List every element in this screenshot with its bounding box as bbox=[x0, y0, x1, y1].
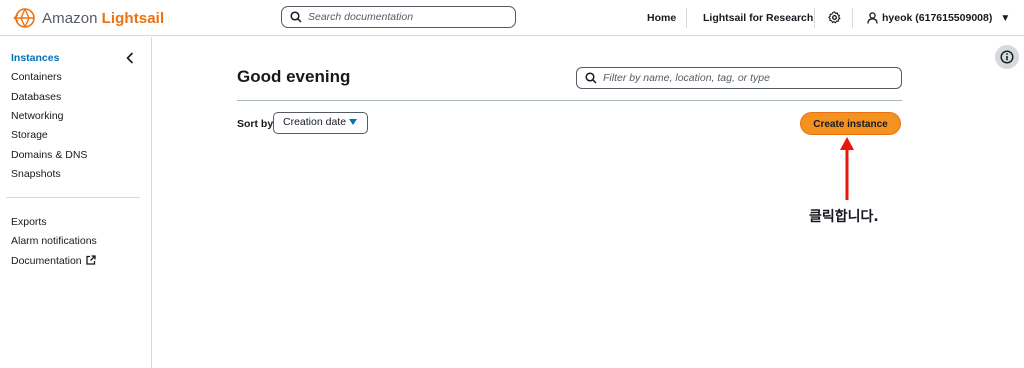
info-icon bbox=[1000, 50, 1014, 64]
nav-divider bbox=[852, 8, 853, 28]
documentation-search[interactable] bbox=[281, 6, 516, 28]
user-icon bbox=[867, 12, 878, 24]
user-menu[interactable]: hyeok (617615509008) ▼ bbox=[867, 0, 1010, 36]
nav-divider bbox=[814, 8, 815, 28]
caret-down-icon: ▼ bbox=[1000, 12, 1011, 24]
sidebar-item-containers[interactable]: Containers bbox=[11, 71, 62, 83]
sort-label: Sort by bbox=[237, 118, 274, 130]
nav-divider bbox=[686, 8, 687, 28]
caret-down-icon bbox=[349, 119, 357, 125]
external-link-icon bbox=[85, 255, 96, 265]
annotation-arrow-icon bbox=[840, 137, 854, 200]
documentation-label: Documentation bbox=[11, 255, 82, 267]
page-title: Good evening bbox=[237, 67, 351, 86]
create-instance-button[interactable]: Create instance bbox=[800, 112, 901, 135]
sidebar-item-databases[interactable]: Databases bbox=[11, 91, 61, 103]
annotation-text: 클릭합니다. bbox=[809, 209, 879, 225]
documentation-search-input[interactable] bbox=[308, 11, 508, 23]
lightsail-logo[interactable]: Amazon Lightsail bbox=[12, 6, 164, 30]
search-icon bbox=[290, 11, 302, 23]
sidebar-divider bbox=[6, 197, 140, 198]
sidebar-item-storage[interactable]: Storage bbox=[11, 129, 48, 141]
sidebar-item-networking[interactable]: Networking bbox=[11, 110, 64, 122]
info-panel-button[interactable] bbox=[995, 45, 1019, 69]
brand-name: Amazon Lightsail bbox=[42, 9, 165, 27]
instance-filter-input[interactable] bbox=[603, 72, 893, 84]
sort-dropdown[interactable]: Creation date bbox=[273, 112, 368, 134]
collapse-sidebar-icon[interactable] bbox=[124, 51, 136, 65]
top-navigation-bar: AmazonLightsail Home Lightsail for Resea… bbox=[0, 0, 1024, 36]
sidebar-item-documentation[interactable]: Documentation bbox=[11, 255, 96, 267]
nav-research-link[interactable]: Lightsail for Research bbox=[703, 0, 813, 36]
nav-home-link[interactable]: Home bbox=[647, 0, 676, 36]
sidebar-item-exports[interactable]: Exports bbox=[11, 216, 47, 228]
gear-icon[interactable] bbox=[828, 11, 841, 24]
sidebar-item-instances[interactable]: Instances bbox=[11, 52, 59, 64]
sidebar-item-snapshots[interactable]: Snapshots bbox=[11, 168, 61, 180]
sidebar-item-domains-dns[interactable]: Domains & DNS bbox=[11, 149, 87, 161]
search-icon bbox=[585, 72, 597, 84]
sidebar-item-alarm-notifications[interactable]: Alarm notifications bbox=[11, 235, 97, 247]
header-divider bbox=[237, 100, 902, 101]
lightsail-logo-icon bbox=[13, 8, 35, 28]
instance-filter[interactable] bbox=[576, 67, 902, 89]
user-account-label: hyeok (617615509008) bbox=[882, 12, 993, 24]
sidebar: Instances Containers Databases Networkin… bbox=[0, 37, 152, 368]
sort-value: Creation date bbox=[283, 116, 347, 128]
